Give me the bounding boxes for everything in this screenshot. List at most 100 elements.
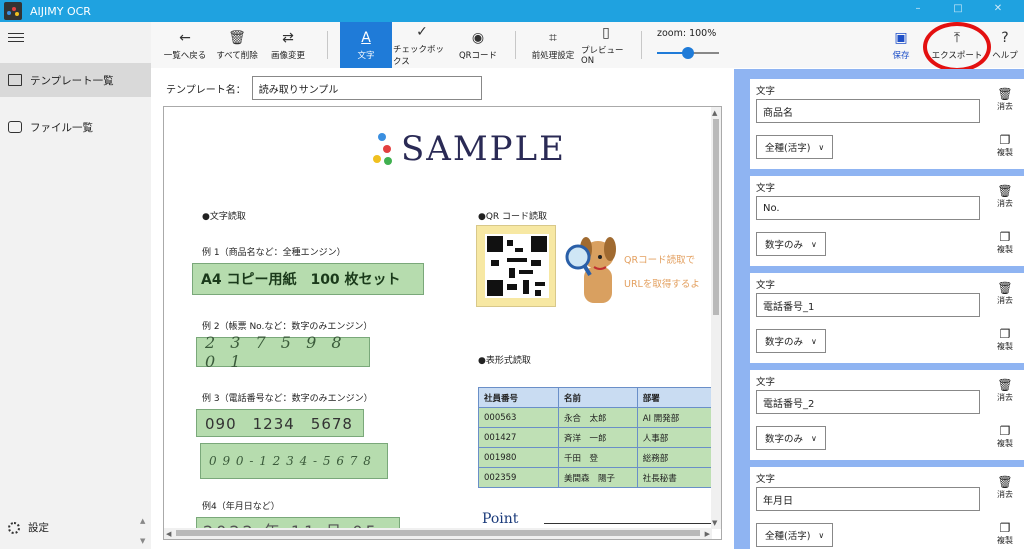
nav-item-label: テンプレート一覧 [30, 74, 114, 87]
dog-magnifier-illustration [565, 237, 616, 303]
point-divider [544, 523, 712, 524]
field-name-input[interactable]: 年月日 [756, 487, 980, 511]
engine-select[interactable]: 全種(活字) ∨ [756, 523, 834, 547]
settings-label: 設定 [28, 522, 49, 534]
edit-icon [8, 74, 22, 86]
copy-field-button[interactable]: ❐ 複製 [992, 424, 1018, 449]
example-1-label: 例 1（商品名など：全種エンジン） [202, 248, 346, 258]
crop-icon: ⌗ [549, 29, 557, 46]
field-name-input[interactable]: 電話番号_1 [756, 293, 980, 317]
checkbox-tool-button[interactable]: ✓ チェックボックス [393, 22, 451, 68]
employee-table[interactable]: 社員番号 名前 部署 000563 永合 太郎 AI 開発部 001427 斉洋… [477, 387, 712, 488]
section-text-reading: ●文字読取 [202, 212, 246, 222]
field-name-input[interactable]: No. [756, 196, 980, 220]
back-to-list-button[interactable]: ← 一覧へ戻る [161, 22, 209, 68]
vertical-scroll-thumb[interactable] [713, 119, 719, 315]
file-list-icon [8, 121, 22, 133]
nav-item-label: ファイル一覧 [30, 121, 93, 134]
delete-field-button[interactable]: 🗑 消去 [992, 475, 1018, 500]
table-row: 001427 斉洋 一郎 人事部 [477, 427, 712, 448]
copy-field-button[interactable]: ❐ 複製 [992, 327, 1018, 352]
sample-title: SAMPLE [401, 129, 566, 169]
document-canvas[interactable]: SAMPLE ●文字読取 例 1（商品名など：全種エンジン） A4 コピー用紙 … [163, 106, 722, 540]
chevron-down-icon: ∨ [811, 336, 817, 346]
table-header: 名前 [558, 387, 638, 408]
left-navigation: テンプレート一覧 ファイル一覧 設定 ▲ ▼ [0, 22, 151, 549]
field-type-label: 文字 [756, 183, 776, 194]
section-table-reading: ●表形式読取 [478, 356, 531, 366]
chevron-down-icon: ∨ [818, 142, 825, 152]
delete-all-button[interactable]: 🗑 すべて削除 [213, 22, 261, 68]
preprocess-settings-button[interactable]: ⌗ 前処理設定 [529, 22, 577, 68]
hamburger-menu-icon[interactable] [8, 30, 24, 44]
zoom-slider[interactable] [657, 47, 719, 59]
close-icon[interactable]: ✕ [978, 0, 1018, 18]
preview-toggle-button[interactable]: ▯ プレビューON [581, 22, 631, 68]
help-icon: ? [1001, 29, 1009, 46]
title-bar: AIJIMY OCR – □ ✕ [0, 0, 1024, 22]
copy-icon: ❐ [999, 133, 1011, 147]
highlight-circle [923, 22, 991, 72]
nav-item-templates[interactable]: テンプレート一覧 [0, 63, 151, 97]
trash-icon: 🗑 [997, 475, 1013, 489]
field-card: 文字 年月日 全種(活字) ∨ 🗑 消去 ❐ 複製 [750, 467, 1024, 549]
sample-logo-icon [372, 133, 394, 167]
maximize-icon[interactable]: □ [938, 0, 978, 18]
chevron-down-icon: ∨ [811, 433, 817, 443]
nav-item-settings[interactable]: 設定 [8, 520, 49, 535]
text-field-tool-button[interactable]: A 文字 [340, 22, 392, 68]
horizontal-scrollbar[interactable]: ◀ ▶ [164, 528, 712, 539]
example-3-box[interactable]: 090 1234 5678 [196, 409, 364, 437]
field-type-label: 文字 [756, 377, 776, 388]
example-2-box[interactable]: 2 3 7 5 9 8 0 1 [196, 333, 370, 371]
delete-field-button[interactable]: 🗑 消去 [992, 378, 1018, 403]
nav-scroll-arrows[interactable]: ▲ ▼ [140, 516, 150, 546]
horizontal-scroll-thumb[interactable] [176, 530, 700, 536]
trash-icon: 🗑 [997, 281, 1013, 295]
copy-field-button[interactable]: ❐ 複製 [992, 230, 1018, 255]
save-button[interactable]: ▣ 保存 [885, 22, 917, 68]
table-row: 000563 永合 太郎 AI 開発部 [477, 407, 712, 428]
copy-icon: ❐ [999, 327, 1011, 341]
copy-field-button[interactable]: ❐ 複製 [992, 133, 1018, 158]
table-header: 部署 [636, 387, 712, 408]
change-image-button[interactable]: ⇄ 画像変更 [265, 22, 311, 68]
minimize-icon[interactable]: – [898, 0, 938, 18]
engine-select[interactable]: 数字のみ ∨ [756, 426, 826, 450]
example-1-box[interactable]: A4 コピー用紙 100 枚セット [192, 263, 424, 295]
field-card: 文字 電話番号_2 数字のみ ∨ 🗑 消去 ❐ 複製 [750, 370, 1024, 460]
vertical-scrollbar[interactable]: ▲ ▼ [711, 107, 721, 529]
field-name-input[interactable]: 商品名 [756, 99, 980, 123]
engine-select[interactable]: 数字のみ ∨ [756, 329, 826, 353]
example-3-handwritten-box[interactable]: 0 9 0 - 1 2 3 4 - 5 6 7 8 [200, 443, 388, 479]
copy-icon: ❐ [999, 521, 1011, 535]
template-name-label: テンプレート名： [166, 84, 246, 96]
field-list-panel: 文字 商品名 全種(活字) ∨ 🗑 消去 ❐ 複製 文字 No. 数字のみ ∨ 🗑 消去 … [734, 69, 1024, 549]
trash-icon: 🗑 [997, 184, 1013, 198]
engine-select[interactable]: 全種(活字) ∨ [756, 135, 834, 159]
qr-code-box[interactable] [476, 225, 556, 307]
globe-icon: ◉ [471, 29, 485, 46]
field-type-label: 文字 [756, 474, 776, 485]
example-3-label: 例 3（電話番号など：数字のみエンジン） [202, 394, 373, 404]
table-row: 002359 美間森 陽子 社長秘書 [477, 467, 712, 488]
copy-field-button[interactable]: ❐ 複製 [992, 521, 1018, 546]
save-icon: ▣ [894, 29, 908, 46]
delete-field-button[interactable]: 🗑 消去 [992, 184, 1018, 209]
template-name-input[interactable]: 読み取りサンプル [251, 76, 482, 100]
zoom-slider-thumb[interactable] [682, 47, 694, 59]
section-qr-reading: ●QR コード読取 [478, 212, 548, 222]
example-4-label: 例4（年月日など） [202, 502, 280, 512]
delete-field-button[interactable]: 🗑 消去 [992, 281, 1018, 306]
delete-field-button[interactable]: 🗑 消去 [992, 87, 1018, 112]
help-button[interactable]: ? ヘルプ [989, 22, 1021, 68]
engine-select[interactable]: 数字のみ ∨ [756, 232, 826, 256]
qr-code-icon [485, 234, 549, 298]
toolbar: ← 一覧へ戻る 🗑 すべて削除 ⇄ 画像変更 A 文字 ✓ チェックボックス ◉… [151, 22, 1024, 72]
nav-item-files[interactable]: ファイル一覧 [0, 110, 151, 144]
field-name-input[interactable]: 電話番号_2 [756, 390, 980, 414]
checkmark-icon: ✓ [416, 23, 428, 40]
qr-code-tool-button[interactable]: ◉ QRコード [457, 22, 499, 68]
table-row: 001980 千田 登 総務部 [477, 447, 712, 468]
text-icon: A [361, 29, 371, 46]
